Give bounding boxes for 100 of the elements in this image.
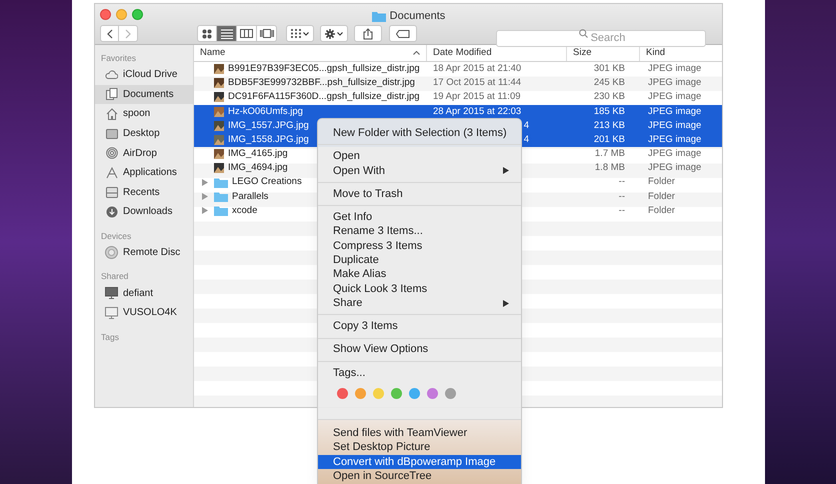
image-thumbnail-icon (214, 92, 224, 102)
menu-item[interactable]: New Folder with Selection (3 Items) (318, 126, 521, 140)
image-thumbnail-icon (214, 78, 224, 88)
minimize-button[interactable] (116, 9, 127, 20)
menu-item[interactable]: Set Desktop Picture (318, 440, 521, 455)
coverflow-view-button[interactable] (257, 25, 277, 42)
caret-icon (337, 32, 343, 36)
image-thumbnail-icon (214, 64, 224, 74)
applications-icon (105, 166, 118, 179)
share-icon (363, 28, 373, 40)
menu-item[interactable]: Move to Trash (318, 186, 521, 202)
kind-cell: JPEG image (648, 62, 702, 74)
arrange-button[interactable] (286, 25, 314, 42)
column-heading[interactable]: Name (200, 46, 226, 60)
menu-item[interactable]: Open in SourceTree (318, 469, 521, 484)
icon-view-button[interactable] (197, 25, 217, 42)
size-cell: 201 KB (594, 134, 625, 145)
settings-button[interactable] (320, 25, 348, 42)
column-heading[interactable]: Date Modified (433, 46, 492, 60)
size-cell: 230 KB (594, 91, 625, 102)
file-name[interactable]: IMG_4165.jpg (228, 147, 288, 162)
list-view-icon (220, 28, 232, 38)
menu-item[interactable]: Send files with TeamViewer (318, 426, 521, 440)
menu-item[interactable]: Rename 3 Items... (318, 224, 521, 239)
menu-item[interactable]: Duplicate (318, 253, 521, 268)
column-heading[interactable]: Kind (646, 46, 666, 60)
cloud-icon (105, 70, 118, 80)
file-name[interactable]: IMG_4694.jpg (228, 161, 288, 176)
date-cell: 4 (524, 134, 529, 145)
menu-item[interactable]: Compress 3 Items (318, 238, 521, 254)
close-button[interactable] (100, 9, 111, 20)
date-cell: 19 Apr 2015 at 11:09 (433, 91, 521, 102)
image-thumbnail-icon (214, 135, 224, 146)
sidebar-item[interactable]: iCloud Drive (95, 65, 193, 85)
file-name[interactable]: IMG_1557.JPG.jpg (228, 118, 309, 133)
kind-cell: JPEG image (648, 106, 702, 117)
monitor-icon (105, 287, 118, 300)
back-button[interactable] (100, 25, 119, 42)
house-icon (105, 108, 118, 120)
sidebar-item[interactable]: Recents (95, 182, 193, 202)
list-view-button[interactable] (217, 25, 237, 42)
file-name[interactable]: IMG_1558.JPG.jpg (228, 132, 309, 148)
kind-cell: JPEG image (648, 148, 702, 160)
coverflow-view-icon (260, 29, 274, 38)
file-name[interactable]: xcode (232, 204, 258, 218)
window-title: Documents (390, 9, 446, 24)
columns-view-icon (240, 29, 253, 38)
sidebar-item[interactable]: defiant (95, 283, 193, 303)
menu-item[interactable]: Open With (318, 164, 521, 178)
icon-view-icon (202, 28, 212, 38)
file-name[interactable]: BDB5F3E999732BBF...psh_fullsize_distr.jpg (228, 76, 415, 90)
size-cell: 1.7 MB (594, 148, 625, 160)
kind-cell: JPEG image (648, 162, 702, 174)
image-thumbnail-icon (214, 149, 224, 160)
file-name[interactable]: DC91F6FA115F360D...gpsh_fullsize_distr.jpg (228, 90, 420, 105)
menu-item[interactable]: Copy 3 Items (318, 319, 521, 334)
folder-icon (372, 10, 386, 22)
sidebar-item[interactable]: VUSOLO4K (95, 302, 193, 323)
menu-item[interactable]: Tags... (318, 366, 521, 380)
caret-icon (303, 32, 309, 36)
date-cell: 18 Apr 2015 at 21:40 (433, 62, 522, 74)
chevron-right-icon (125, 28, 131, 38)
kind-cell: Folder (648, 204, 675, 216)
rings-icon (105, 147, 118, 160)
chevron-left-icon (106, 28, 112, 38)
size-cell: 1.8 MB (594, 162, 625, 174)
size-cell: 301 KB (594, 62, 625, 74)
menu-item[interactable]: Open (318, 149, 521, 164)
search-field[interactable]: Search (496, 30, 706, 46)
zoom-button[interactable] (132, 9, 143, 20)
menu-item[interactable]: Show View Options (318, 342, 521, 357)
sidebar-item[interactable]: Remote Disc (95, 242, 193, 262)
sidebar-item[interactable]: spoon (95, 104, 193, 124)
sidebar-item[interactable]: Desktop (95, 124, 193, 144)
columns-view-button[interactable] (237, 25, 257, 42)
sidebar-item[interactable]: Documents (95, 84, 193, 104)
menu-item[interactable]: Share (318, 296, 521, 310)
tag-icon (396, 30, 410, 38)
column-heading[interactable]: Size (573, 46, 592, 60)
menu-item[interactable]: Make Alias (318, 267, 521, 282)
search-icon (579, 29, 588, 38)
sidebar-item[interactable]: Applications (95, 162, 193, 183)
disc-icon (105, 246, 118, 260)
menu-item[interactable]: Convert with dBpoweramp Image (318, 454, 521, 470)
image-thumbnail-icon (214, 106, 224, 117)
file-name[interactable]: Parallels (232, 190, 268, 204)
file-name[interactable]: LEGO Creations (232, 175, 302, 190)
size-cell: -- (618, 176, 625, 188)
share-button[interactable] (354, 25, 382, 42)
size-cell: 185 KB (594, 106, 625, 117)
recents-icon (105, 186, 118, 198)
sidebar-item[interactable]: AirDrop (95, 143, 193, 163)
section-heading: Favorites (100, 52, 137, 65)
sidebar-item[interactable]: Downloads (95, 202, 193, 222)
menu-item[interactable]: Quick Look 3 Items (318, 282, 521, 296)
folder-icon (214, 192, 228, 202)
file-name[interactable]: Hz-kO06Umfs.jpg (228, 104, 303, 119)
file-name[interactable]: B991E97B39F3EC05...gpsh_fullsize_distr.jpg (228, 62, 420, 76)
menu-item[interactable]: Get Info (318, 210, 521, 224)
tag-button[interactable] (389, 25, 417, 42)
